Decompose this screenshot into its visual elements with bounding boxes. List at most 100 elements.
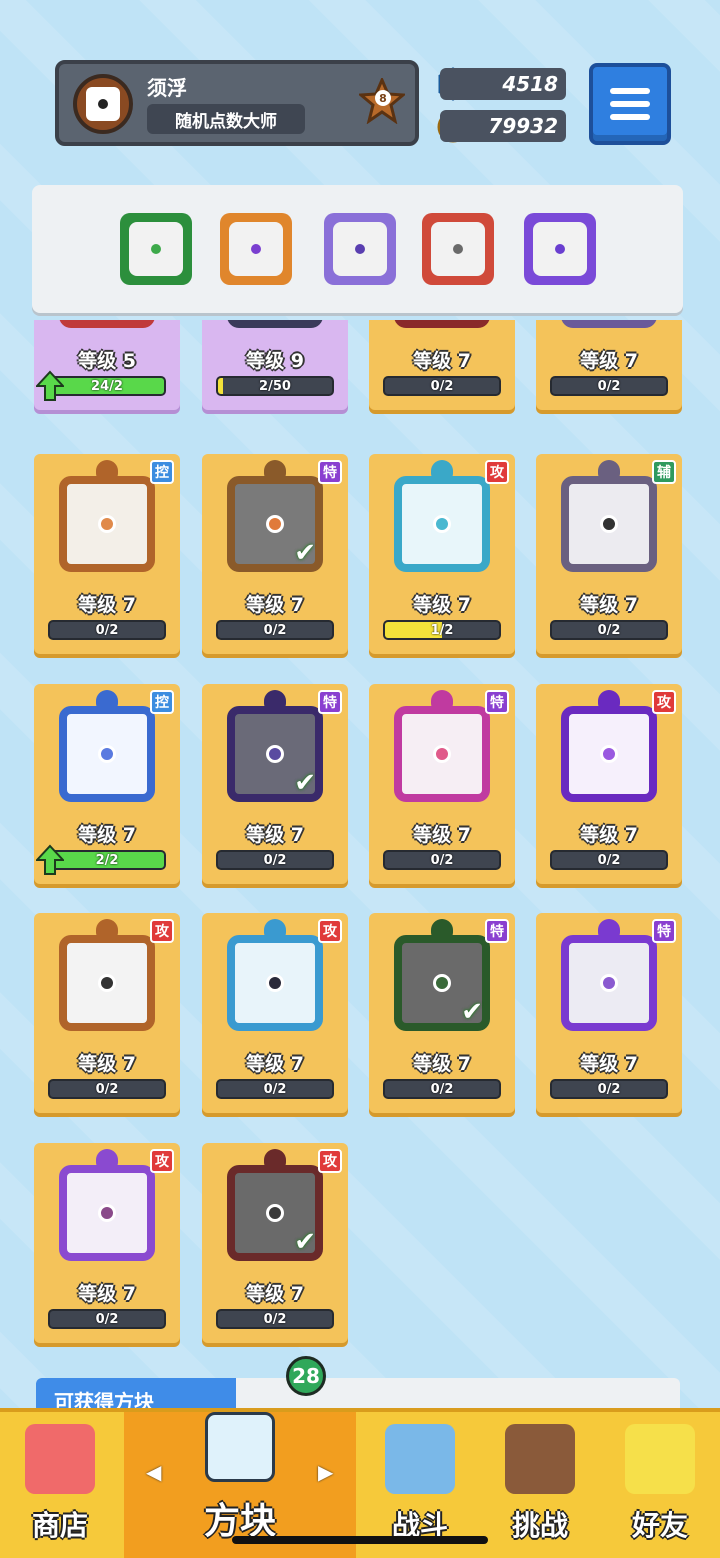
progress-text: 0/2 xyxy=(597,1081,621,1097)
progress-text: 0/2 xyxy=(597,378,621,394)
upgrade-progress-bar: 0/2 xyxy=(48,1079,166,1099)
type-tag: 特 xyxy=(485,690,509,714)
progress-text: 0/2 xyxy=(263,622,287,638)
dice-level: 等级 7 xyxy=(246,1283,304,1305)
friends-icon xyxy=(625,1424,695,1494)
dice-level: 等级 9 xyxy=(246,350,304,372)
deck-slot[interactable] xyxy=(220,213,292,285)
dice-count-badge: 28 xyxy=(286,1356,326,1396)
dice-card[interactable]: 等级 9 2/50 xyxy=(202,320,348,410)
dice-card[interactable]: 等级 7 0/2 xyxy=(536,320,682,410)
dice-level: 等级 7 xyxy=(580,824,638,846)
gems-counter[interactable]: 4518 xyxy=(440,68,566,100)
progress-text: 1/2 xyxy=(430,622,454,638)
dice-card[interactable]: 攻等级 7 0/2 xyxy=(536,684,682,884)
dice-card[interactable]: 特等级 7 0/2 xyxy=(369,684,515,884)
dice-card[interactable]: ✔ 特等级 7 0/2 xyxy=(369,913,515,1113)
progress-text: 0/2 xyxy=(95,1311,119,1327)
orbit-die-icon xyxy=(561,706,657,802)
upgrade-progress-bar: 2/2 xyxy=(48,850,166,870)
dice-card[interactable]: 等级 5 24/2 xyxy=(34,320,180,410)
star-die-icon xyxy=(59,1165,155,1261)
dice-card[interactable]: 攻等级 7 0/2 xyxy=(202,913,348,1113)
avatar xyxy=(73,74,133,134)
upgrade-progress-bar: 0/2 xyxy=(550,376,668,396)
player-title: 随机点数大师 xyxy=(147,104,305,134)
syringe-die-icon xyxy=(394,706,490,802)
nav-friends[interactable]: 好友 xyxy=(600,1412,720,1558)
dice-card[interactable]: 攻等级 7 1/2 xyxy=(369,454,515,654)
gun-die-icon xyxy=(59,935,155,1031)
dice-card[interactable]: ✔ 特等级 7 0/2 xyxy=(202,454,348,654)
nav-shop-label: 商店 xyxy=(31,1509,88,1542)
dice-card[interactable]: 控等级 7 2/2 xyxy=(34,684,180,884)
hamburger-icon xyxy=(610,88,650,94)
infinity-die-icon xyxy=(229,222,283,276)
nav-shop[interactable]: 商店 xyxy=(0,1412,120,1558)
wind-die-icon xyxy=(129,222,183,276)
nav-challenge-label: 挑战 xyxy=(511,1509,568,1542)
die-avatar-icon xyxy=(86,87,120,121)
progress-text: 2/2 xyxy=(95,852,119,868)
nav-prev-arrow-icon[interactable]: ◀ xyxy=(146,1460,161,1484)
type-tag: 攻 xyxy=(150,919,174,943)
upgrade-progress-bar: 0/2 xyxy=(48,620,166,640)
dice-level: 等级 7 xyxy=(246,824,304,846)
progress-text: 0/2 xyxy=(95,622,119,638)
equipped-check-icon: ✔ xyxy=(294,538,316,568)
dice-level: 等级 7 xyxy=(580,1053,638,1075)
dice-card[interactable]: ✔ 特等级 7 0/2 xyxy=(202,684,348,884)
dice-collection-grid: 等级 5 24/2 等级 9 2/50 等级 7 0/2 等级 7 0/2 控等级 7 0/2 ✔ 特… xyxy=(0,320,720,1380)
die-icon xyxy=(59,320,155,328)
dice-card[interactable]: 特等级 7 0/2 xyxy=(536,913,682,1113)
equipped-deck xyxy=(32,185,683,313)
dice-level: 等级 7 xyxy=(78,594,136,616)
deck-slot[interactable] xyxy=(324,213,396,285)
progress-text: 0/2 xyxy=(263,1311,287,1327)
type-tag: 特 xyxy=(318,460,342,484)
dice-card[interactable]: 辅等级 7 0/2 xyxy=(536,454,682,654)
dice-art xyxy=(542,320,676,344)
type-tag: 控 xyxy=(150,460,174,484)
progress-text: 0/2 xyxy=(263,852,287,868)
upgrade-progress-bar: 0/2 xyxy=(216,850,334,870)
ice-blade-die-icon xyxy=(394,476,490,572)
type-tag: 辅 xyxy=(652,460,676,484)
saw-die-icon xyxy=(431,222,485,276)
deck-slot[interactable] xyxy=(422,213,494,285)
dice-card[interactable]: 等级 7 0/2 xyxy=(369,320,515,410)
deck-slot[interactable] xyxy=(524,213,596,285)
player-profile[interactable]: 须浮 随机点数大师 8 xyxy=(55,60,419,146)
type-tag: 特 xyxy=(652,919,676,943)
home-indicator[interactable] xyxy=(232,1536,488,1544)
challenge-board-icon xyxy=(505,1424,575,1494)
dice-card[interactable]: 控等级 7 0/2 xyxy=(34,454,180,654)
progress-text: 0/2 xyxy=(430,852,454,868)
deck-slot[interactable] xyxy=(120,213,192,285)
menu-button[interactable] xyxy=(589,63,671,145)
jaw-die-icon xyxy=(561,476,657,572)
dice-card[interactable]: 攻等级 7 0/2 xyxy=(34,1143,180,1343)
dice-level: 等级 7 xyxy=(580,350,638,372)
upgrade-progress-bar: 0/2 xyxy=(383,1079,501,1099)
progress-text: 2/50 xyxy=(259,378,291,394)
type-tag: 特 xyxy=(485,919,509,943)
nav-friends-label: 好友 xyxy=(631,1509,688,1542)
dice-card[interactable]: ✔ 攻等级 7 0/2 xyxy=(202,1143,348,1343)
equipped-check-icon: ✔ xyxy=(461,997,483,1027)
player-name: 须浮 xyxy=(147,76,187,100)
dice-art xyxy=(375,320,509,344)
dice-level: 等级 7 xyxy=(580,594,638,616)
die-icon xyxy=(394,320,490,328)
coins-counter[interactable]: 79932 xyxy=(440,110,566,142)
upgrade-progress-bar: 24/2 xyxy=(48,376,166,396)
upgrade-progress-bar: 0/2 xyxy=(216,1079,334,1099)
type-tag: 攻 xyxy=(485,460,509,484)
dice-card[interactable]: 攻等级 7 0/2 xyxy=(34,913,180,1113)
upgrade-progress-bar: 0/2 xyxy=(550,1079,668,1099)
whirlpool-die-icon xyxy=(227,935,323,1031)
equipped-check-icon: ✔ xyxy=(294,1227,316,1257)
dice-level: 等级 7 xyxy=(246,594,304,616)
nav-challenge[interactable]: 挑战 xyxy=(480,1412,600,1558)
nav-next-arrow-icon[interactable]: ▶ xyxy=(318,1460,333,1484)
